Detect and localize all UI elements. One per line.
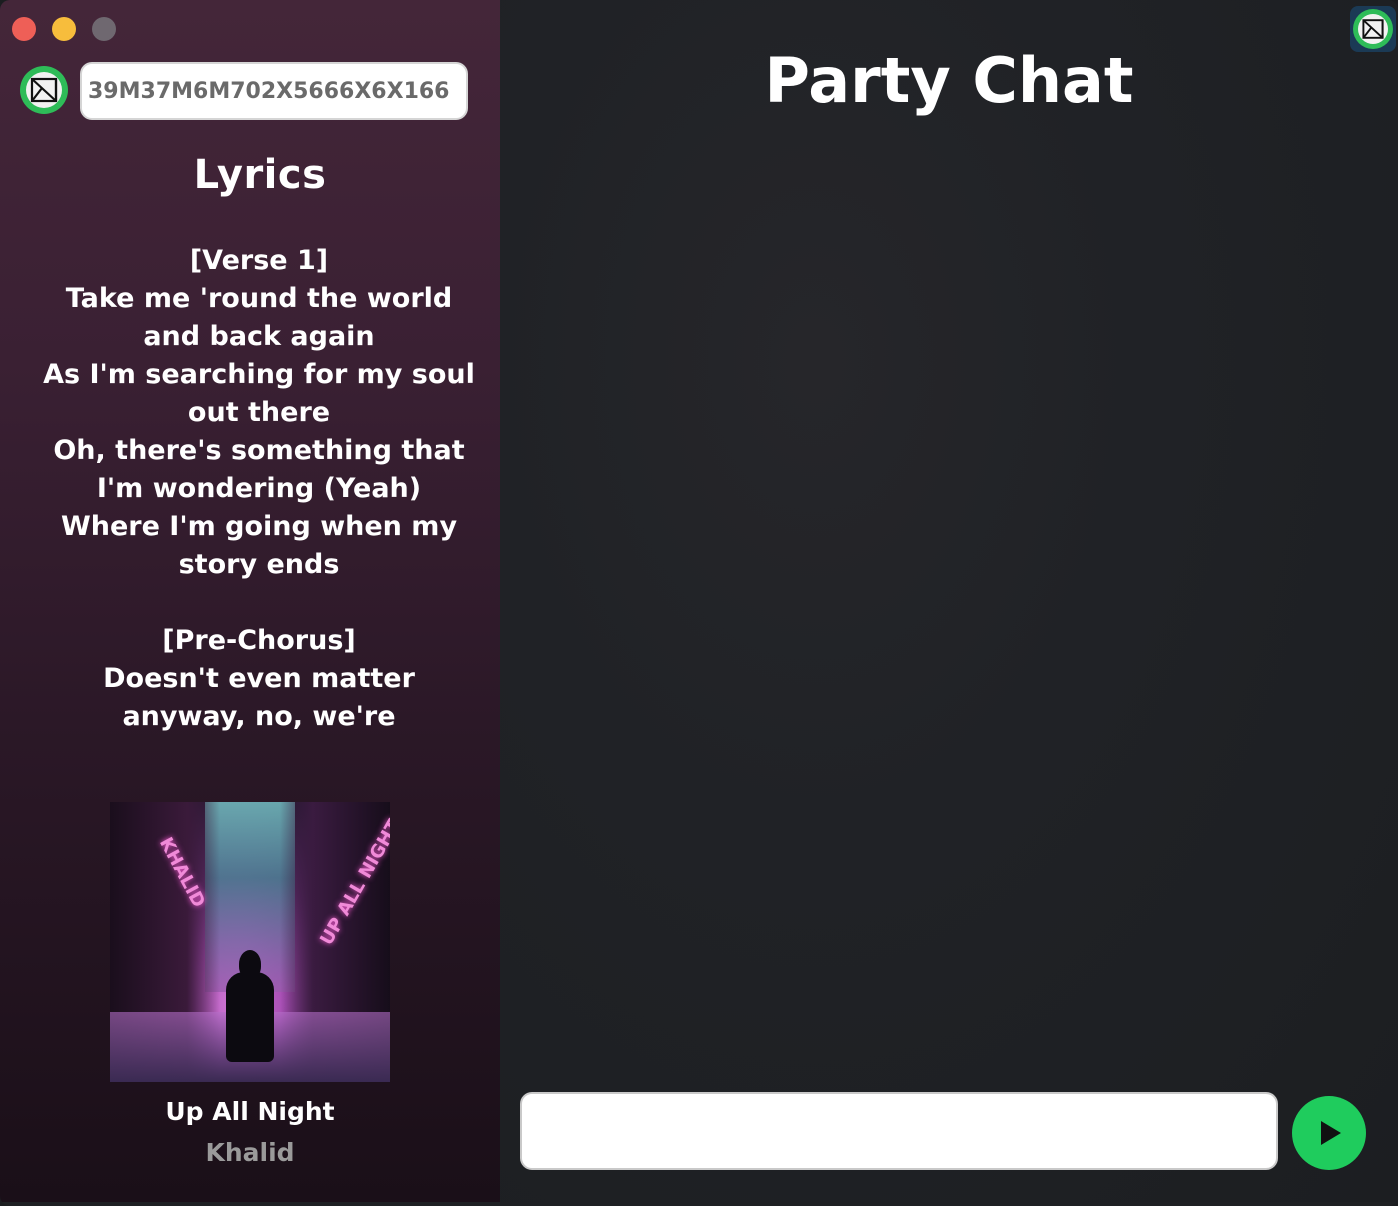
- lyrics-heading: Lyrics: [193, 152, 327, 198]
- lyrics-line: Where I'm going when my: [60, 511, 458, 542]
- sidebar: Lyrics [Verse 1] Take me 'round the worl…: [0, 0, 500, 1202]
- chat-title: Party Chat: [764, 44, 1134, 117]
- envelope-icon: [30, 77, 58, 103]
- play-send-icon: [1321, 1121, 1341, 1145]
- chat-message-list[interactable]: [520, 140, 1378, 1070]
- lyrics-line: anyway, no, we're: [122, 701, 396, 732]
- envelope-logo-icon[interactable]: [20, 66, 68, 114]
- album-art-figure-body: [226, 972, 274, 1062]
- lyrics-text: [Verse 1] Take me 'round the world and b…: [40, 242, 478, 736]
- room-code-input[interactable]: [80, 62, 468, 120]
- song-title: Up All Night: [165, 1097, 335, 1126]
- window-minimize-button[interactable]: [52, 17, 76, 41]
- lyrics-line: Take me 'round the world: [65, 283, 453, 314]
- envelope-icon: [1362, 19, 1384, 39]
- lyrics-line: Oh, there's something that: [53, 435, 465, 466]
- envelope-logo-icon: [1353, 9, 1393, 49]
- lyrics-line: [Pre-Chorus]: [162, 625, 356, 656]
- album-art: KHALID UP ALL NIGHT: [110, 802, 390, 1082]
- lyrics-stanza-gap: [40, 584, 478, 622]
- lyrics-line: I'm wondering (Yeah): [96, 473, 422, 504]
- window-maximize-button[interactable]: [92, 17, 116, 41]
- song-artist: Khalid: [205, 1138, 295, 1167]
- lyrics-line: [Verse 1]: [189, 245, 329, 276]
- chat-panel: Party Chat: [500, 0, 1398, 1202]
- logo-badge: [1358, 14, 1388, 44]
- send-button[interactable]: [1292, 1096, 1366, 1170]
- lyrics-line: and back again: [143, 321, 375, 352]
- lyrics-line: story ends: [178, 549, 340, 580]
- logo-badge: [26, 72, 62, 108]
- lyrics-line: out there: [187, 397, 331, 428]
- message-input[interactable]: [520, 1092, 1278, 1170]
- app-window: Lyrics [Verse 1] Take me 'round the worl…: [0, 0, 1398, 1206]
- window-close-button[interactable]: [12, 17, 36, 41]
- lyrics-line: Doesn't even matter: [103, 663, 415, 694]
- lyrics-line: As I'm searching for my soul: [43, 359, 475, 390]
